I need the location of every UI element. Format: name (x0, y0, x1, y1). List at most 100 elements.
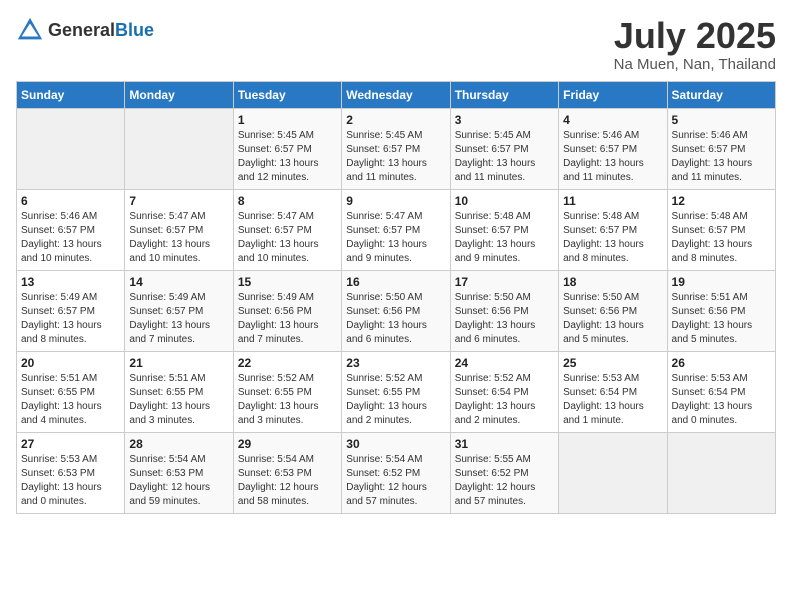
day-number: 25 (563, 356, 662, 370)
calendar-cell: 11 Sunrise: 5:48 AM Sunset: 6:57 PM Dayli… (559, 189, 667, 270)
day-number: 26 (672, 356, 771, 370)
calendar-cell: 16 Sunrise: 5:50 AM Sunset: 6:56 PM Dayli… (342, 270, 450, 351)
calendar-cell: 7Sunrise: 5:47 AM Sunset: 6:57 PM Daylig… (125, 189, 233, 270)
logo: GeneralBlue (16, 16, 154, 44)
calendar-cell: 23 Sunrise: 5:52 AM Sunset: 6:55 PM Dayli… (342, 351, 450, 432)
day-info: Sunrise: 5:48 AM Sunset: 6:57 PM Dayligh… (672, 210, 771, 266)
calendar-cell: 1 Sunrise: 5:45 AM Sunset: 6:57 PM Daylig… (233, 108, 341, 189)
day-number: 1 (238, 113, 337, 127)
calendar-cell (667, 432, 775, 513)
day-info: Sunrise: 5:45 AM Sunset: 6:57 PM Dayligh… (455, 129, 554, 185)
calendar-cell (125, 108, 233, 189)
day-info: Sunrise: 5:54 AM Sunset: 6:52 PM Dayligh… (346, 453, 445, 509)
day-info: Sunrise: 5:53 AM Sunset: 6:54 PM Dayligh… (672, 372, 771, 428)
day-number: 10 (455, 194, 554, 208)
day-number: 8 (238, 194, 337, 208)
day-info: Sunrise: 5:52 AM Sunset: 6:55 PM Dayligh… (238, 372, 337, 428)
day-info: Sunrise: 5:49 AM Sunset: 6:56 PM Dayligh… (238, 291, 337, 347)
calendar-cell (17, 108, 125, 189)
calendar-cell: 3 Sunrise: 5:45 AM Sunset: 6:57 PM Daylig… (450, 108, 558, 189)
day-header-friday: Friday (559, 81, 667, 108)
calendar-week-row: 13 Sunrise: 5:49 AM Sunset: 6:57 PM Dayli… (17, 270, 776, 351)
calendar-cell: 25 Sunrise: 5:53 AM Sunset: 6:54 PM Dayli… (559, 351, 667, 432)
day-info: Sunrise: 5:46 AM Sunset: 6:57 PM Dayligh… (672, 129, 771, 185)
calendar-cell: 19 Sunrise: 5:51 AM Sunset: 6:56 PM Dayli… (667, 270, 775, 351)
day-number: 23 (346, 356, 445, 370)
day-info: Sunrise: 5:46 AM Sunset: 6:57 PM Dayligh… (563, 129, 662, 185)
day-info: Sunrise: 5:50 AM Sunset: 6:56 PM Dayligh… (455, 291, 554, 347)
day-info: Sunrise: 5:52 AM Sunset: 6:55 PM Dayligh… (346, 372, 445, 428)
logo-text-blue: Blue (115, 20, 154, 40)
day-info: Sunrise: 5:50 AM Sunset: 6:56 PM Dayligh… (346, 291, 445, 347)
calendar-cell: 17Sunrise: 5:50 AM Sunset: 6:56 PM Dayli… (450, 270, 558, 351)
location-title: Na Muen, Nan, Thailand (614, 56, 776, 73)
day-info: Sunrise: 5:47 AM Sunset: 6:57 PM Dayligh… (346, 210, 445, 266)
day-number: 29 (238, 437, 337, 451)
day-info: Sunrise: 5:53 AM Sunset: 6:54 PM Dayligh… (563, 372, 662, 428)
day-info: Sunrise: 5:50 AM Sunset: 6:56 PM Dayligh… (563, 291, 662, 347)
calendar-cell: 2 Sunrise: 5:45 AM Sunset: 6:57 PM Daylig… (342, 108, 450, 189)
day-number: 15 (238, 275, 337, 289)
page-header: GeneralBlue July 2025 Na Muen, Nan, Thai… (16, 16, 776, 73)
day-number: 21 (129, 356, 228, 370)
day-number: 19 (672, 275, 771, 289)
day-info: Sunrise: 5:49 AM Sunset: 6:57 PM Dayligh… (21, 291, 120, 347)
calendar-cell: 14Sunrise: 5:49 AM Sunset: 6:57 PM Dayli… (125, 270, 233, 351)
day-number: 7 (129, 194, 228, 208)
calendar-cell: 20 Sunrise: 5:51 AM Sunset: 6:55 PM Dayli… (17, 351, 125, 432)
day-header-wednesday: Wednesday (342, 81, 450, 108)
day-number: 14 (129, 275, 228, 289)
day-number: 13 (21, 275, 120, 289)
calendar-cell: 31 Sunrise: 5:55 AM Sunset: 6:52 PM Dayli… (450, 432, 558, 513)
day-header-sunday: Sunday (17, 81, 125, 108)
day-number: 24 (455, 356, 554, 370)
day-info: Sunrise: 5:54 AM Sunset: 6:53 PM Dayligh… (129, 453, 228, 509)
calendar-week-row: 20 Sunrise: 5:51 AM Sunset: 6:55 PM Dayli… (17, 351, 776, 432)
month-title: July 2025 (614, 16, 776, 56)
calendar-cell: 24Sunrise: 5:52 AM Sunset: 6:54 PM Dayli… (450, 351, 558, 432)
day-number: 9 (346, 194, 445, 208)
calendar-cell: 5 Sunrise: 5:46 AM Sunset: 6:57 PM Daylig… (667, 108, 775, 189)
day-number: 31 (455, 437, 554, 451)
day-header-tuesday: Tuesday (233, 81, 341, 108)
title-block: July 2025 Na Muen, Nan, Thailand (614, 16, 776, 73)
calendar-cell: 22Sunrise: 5:52 AM Sunset: 6:55 PM Dayli… (233, 351, 341, 432)
calendar-week-row: 27Sunrise: 5:53 AM Sunset: 6:53 PM Dayli… (17, 432, 776, 513)
calendar-cell: 9 Sunrise: 5:47 AM Sunset: 6:57 PM Daylig… (342, 189, 450, 270)
day-info: Sunrise: 5:48 AM Sunset: 6:57 PM Dayligh… (563, 210, 662, 266)
day-info: Sunrise: 5:55 AM Sunset: 6:52 PM Dayligh… (455, 453, 554, 509)
logo-icon (16, 16, 44, 44)
calendar-cell: 12Sunrise: 5:48 AM Sunset: 6:57 PM Dayli… (667, 189, 775, 270)
calendar-cell: 10 Sunrise: 5:48 AM Sunset: 6:57 PM Dayli… (450, 189, 558, 270)
day-number: 30 (346, 437, 445, 451)
day-info: Sunrise: 5:53 AM Sunset: 6:53 PM Dayligh… (21, 453, 120, 509)
day-number: 5 (672, 113, 771, 127)
day-number: 16 (346, 275, 445, 289)
day-header-monday: Monday (125, 81, 233, 108)
day-info: Sunrise: 5:51 AM Sunset: 6:55 PM Dayligh… (21, 372, 120, 428)
calendar-cell: 26 Sunrise: 5:53 AM Sunset: 6:54 PM Dayli… (667, 351, 775, 432)
day-number: 11 (563, 194, 662, 208)
day-header-thursday: Thursday (450, 81, 558, 108)
day-info: Sunrise: 5:45 AM Sunset: 6:57 PM Dayligh… (238, 129, 337, 185)
day-info: Sunrise: 5:51 AM Sunset: 6:56 PM Dayligh… (672, 291, 771, 347)
calendar-cell (559, 432, 667, 513)
calendar-cell: 28Sunrise: 5:54 AM Sunset: 6:53 PM Dayli… (125, 432, 233, 513)
day-info: Sunrise: 5:54 AM Sunset: 6:53 PM Dayligh… (238, 453, 337, 509)
calendar-week-row: 6Sunrise: 5:46 AM Sunset: 6:57 PM Daylig… (17, 189, 776, 270)
calendar-cell: 27Sunrise: 5:53 AM Sunset: 6:53 PM Dayli… (17, 432, 125, 513)
logo-text-general: General (48, 20, 115, 40)
day-number: 2 (346, 113, 445, 127)
calendar-week-row: 1 Sunrise: 5:45 AM Sunset: 6:57 PM Daylig… (17, 108, 776, 189)
day-number: 20 (21, 356, 120, 370)
day-info: Sunrise: 5:48 AM Sunset: 6:57 PM Dayligh… (455, 210, 554, 266)
day-header-saturday: Saturday (667, 81, 775, 108)
day-number: 18 (563, 275, 662, 289)
day-info: Sunrise: 5:47 AM Sunset: 6:57 PM Dayligh… (238, 210, 337, 266)
day-info: Sunrise: 5:45 AM Sunset: 6:57 PM Dayligh… (346, 129, 445, 185)
day-number: 6 (21, 194, 120, 208)
calendar-header-row: SundayMondayTuesdayWednesdayThursdayFrid… (17, 81, 776, 108)
day-info: Sunrise: 5:51 AM Sunset: 6:55 PM Dayligh… (129, 372, 228, 428)
calendar-cell: 29 Sunrise: 5:54 AM Sunset: 6:53 PM Dayli… (233, 432, 341, 513)
day-number: 3 (455, 113, 554, 127)
